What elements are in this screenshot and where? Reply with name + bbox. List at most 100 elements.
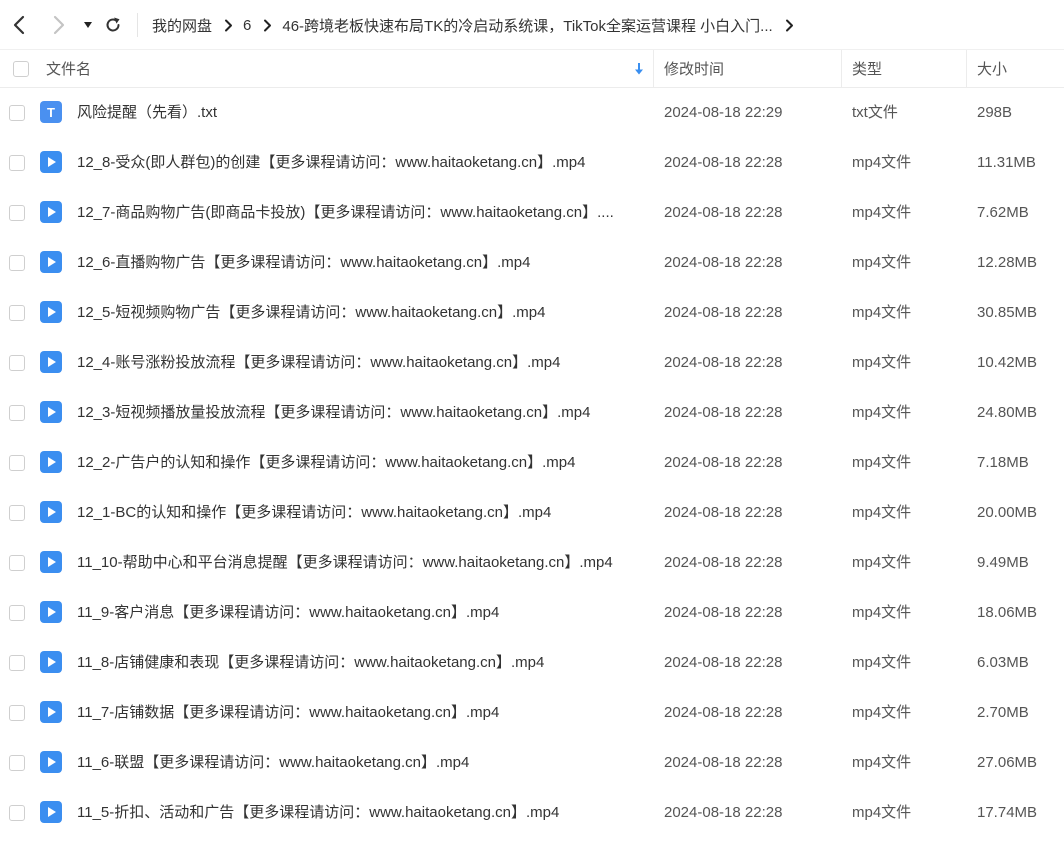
forward-button[interactable] [46,0,72,50]
row-checkbox[interactable] [9,405,25,421]
row-checkbox[interactable] [9,105,25,121]
row-checkbox[interactable] [9,555,25,571]
row-checkbox[interactable] [9,155,25,171]
row-checkbox[interactable] [9,305,25,321]
file-name[interactable]: 12_4-账号涨粉投放流程【更多课程请访问：www.haitaoketang.c… [77,338,637,388]
file-name[interactable]: 11_5-折扣、活动和广告【更多课程请访问：www.haitaoketang.c… [77,788,637,838]
row-checkbox[interactable] [9,705,25,721]
file-modified-time: 2024-08-18 22:28 [664,804,783,821]
history-dropdown-button[interactable] [80,0,96,50]
file-row[interactable]: 11_7-店铺数据【更多课程请访问：www.haitaoketang.cn】.m… [0,688,1064,738]
video-file-icon [40,501,62,523]
video-file-icon [40,401,62,423]
txt-file-icon: T [40,101,62,123]
row-checkbox[interactable] [9,505,25,521]
video-file-icon [40,751,62,773]
file-name[interactable]: 11_7-店铺数据【更多课程请访问：www.haitaoketang.cn】.m… [77,688,637,738]
back-button[interactable] [6,0,32,50]
file-size: 2.70MB [977,704,1029,721]
file-name[interactable]: 风险提醒（先看）.txt [77,88,637,138]
file-row[interactable]: T 风险提醒（先看）.txt 2024-08-18 22:29 txt文件 29… [0,88,1064,138]
file-name[interactable]: 12_6-直播购物广告【更多课程请访问：www.haitaoketang.cn】… [77,238,637,288]
file-name[interactable]: 12_2-广告户的认知和操作【更多课程请访问：www.haitaoketang.… [77,438,637,488]
column-header-filename[interactable]: 文件名 [46,50,91,87]
breadcrumb-item-current[interactable]: 46-跨境老板快速布局TK的冷启动系统课，TikTok全案运营课程 小白入门..… [282,15,772,36]
row-checkbox[interactable] [9,755,25,771]
file-modified-time: 2024-08-18 22:28 [664,454,783,471]
toolbar: 我的网盘 6 46-跨境老板快速布局TK的冷启动系统课，TikTok全案运营课程… [0,0,1064,50]
file-row[interactable]: 12_5-短视频购物广告【更多课程请访问：www.haitaoketang.cn… [0,288,1064,338]
file-name[interactable]: 12_5-短视频购物广告【更多课程请访问：www.haitaoketang.cn… [77,288,637,338]
file-modified-time: 2024-08-18 22:28 [664,704,783,721]
chevron-right-icon [53,15,65,35]
video-file-icon [40,651,62,673]
row-checkbox[interactable] [9,605,25,621]
file-modified-time: 2024-08-18 22:28 [664,654,783,671]
select-all-checkbox[interactable] [13,61,29,77]
file-name[interactable]: 11_8-店铺健康和表现【更多课程请访问：www.haitaoketang.cn… [77,638,637,688]
row-checkbox[interactable] [9,355,25,371]
file-list-header: 文件名 修改时间 类型 大小 [0,50,1064,88]
column-divider[interactable] [653,50,654,87]
column-divider[interactable] [966,50,967,87]
file-row[interactable]: 12_7-商品购物广告(即商品卡投放)【更多课程请访问：www.haitaoke… [0,188,1064,238]
file-modified-time: 2024-08-18 22:28 [664,254,783,271]
file-modified-time: 2024-08-18 22:28 [664,504,783,521]
file-type: mp4文件 [852,354,912,371]
file-row[interactable]: 11_5-折扣、活动和广告【更多课程请访问：www.haitaoketang.c… [0,788,1064,838]
file-modified-time: 2024-08-18 22:28 [664,354,783,371]
row-checkbox[interactable] [9,805,25,821]
toolbar-divider [137,13,138,37]
file-name[interactable]: 11_9-客户消息【更多课程请访问：www.haitaoketang.cn】.m… [77,588,637,638]
row-checkbox[interactable] [9,455,25,471]
file-type: mp4文件 [852,554,912,571]
column-header-size[interactable]: 大小 [977,50,1007,87]
file-name[interactable]: 12_3-短视频播放量投放流程【更多课程请访问：www.haitaoketang… [77,388,637,438]
breadcrumb-more-chevron-icon[interactable] [785,19,794,32]
breadcrumb-item-root[interactable]: 我的网盘 [152,15,212,36]
file-modified-time: 2024-08-18 22:28 [664,304,783,321]
file-row[interactable]: 12_3-短视频播放量投放流程【更多课程请访问：www.haitaoketang… [0,388,1064,438]
row-checkbox[interactable] [9,205,25,221]
file-row[interactable]: 12_2-广告户的认知和操作【更多课程请访问：www.haitaoketang.… [0,438,1064,488]
file-size: 10.42MB [977,354,1038,371]
breadcrumb-chevron-icon [224,19,233,32]
file-row[interactable]: 11_8-店铺健康和表现【更多课程请访问：www.haitaoketang.cn… [0,638,1064,688]
file-row[interactable]: 11_10-帮助中心和平台消息提醒【更多课程请访问：www.haitaoketa… [0,538,1064,588]
refresh-button[interactable] [102,0,124,50]
file-name[interactable]: 11_10-帮助中心和平台消息提醒【更多课程请访问：www.haitaoketa… [77,538,637,588]
file-type: mp4文件 [852,304,912,321]
file-row[interactable]: 12_8-受众(即人群包)的创建【更多课程请访问：www.haitaoketan… [0,138,1064,188]
file-size: 20.00MB [977,504,1038,521]
file-name[interactable]: 12_7-商品购物广告(即商品卡投放)【更多课程请访问：www.haitaoke… [77,188,637,238]
sort-descending-icon[interactable] [634,50,644,87]
chevron-left-icon [13,15,25,35]
file-type: mp4文件 [852,404,912,421]
file-size: 6.03MB [977,654,1029,671]
file-type: mp4文件 [852,454,912,471]
caret-down-icon [84,22,92,28]
column-header-modified[interactable]: 修改时间 [664,50,724,87]
file-name[interactable]: 12_8-受众(即人群包)的创建【更多课程请访问：www.haitaoketan… [77,138,637,188]
breadcrumb-item-folder-6[interactable]: 6 [243,17,251,34]
file-row[interactable]: 12_4-账号涨粉投放流程【更多课程请访问：www.haitaoketang.c… [0,338,1064,388]
file-size: 298B [977,104,1013,121]
svg-text:T: T [47,105,55,120]
file-row[interactable]: 11_6-联盟【更多课程请访问：www.haitaoketang.cn】.mp4… [0,738,1064,788]
file-size: 18.06MB [977,604,1038,621]
video-file-icon [40,301,62,323]
row-checkbox[interactable] [9,255,25,271]
video-file-icon [40,701,62,723]
video-file-icon [40,601,62,623]
file-name[interactable]: 11_6-联盟【更多课程请访问：www.haitaoketang.cn】.mp4 [77,738,637,788]
row-checkbox[interactable] [9,655,25,671]
file-row[interactable]: 11_9-客户消息【更多课程请访问：www.haitaoketang.cn】.m… [0,588,1064,638]
video-file-icon [40,251,62,273]
file-name[interactable]: 12_1-BC的认知和操作【更多课程请访问：www.haitaoketang.c… [77,488,637,538]
refresh-icon [106,17,120,32]
file-row[interactable]: 12_6-直播购物广告【更多课程请访问：www.haitaoketang.cn】… [0,238,1064,288]
breadcrumb: 我的网盘 6 46-跨境老板快速布局TK的冷启动系统课，TikTok全案运营课程… [152,0,804,50]
file-row[interactable]: 12_1-BC的认知和操作【更多课程请访问：www.haitaoketang.c… [0,488,1064,538]
column-header-type[interactable]: 类型 [852,50,882,87]
column-divider[interactable] [841,50,842,87]
